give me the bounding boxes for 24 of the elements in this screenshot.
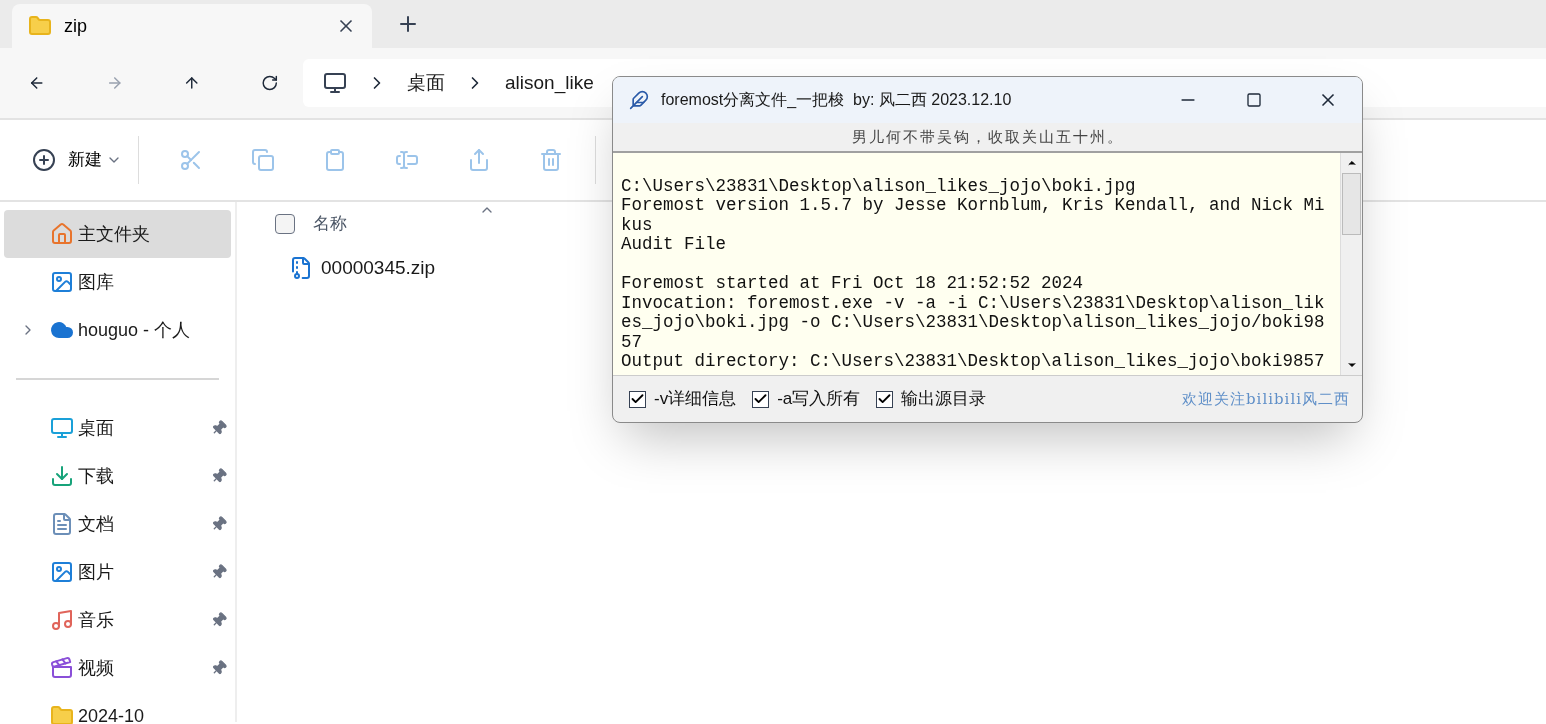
log-line: Foremost started at Fri Oct 18 21:52:52 2024 bbox=[621, 272, 1085, 294]
sidebar-label: 文档 bbox=[78, 512, 114, 536]
sidebar-label: houguo - 个人 bbox=[78, 318, 191, 342]
sidebar-label: 主文件夹 bbox=[78, 222, 150, 246]
sidebar-label: 图库 bbox=[78, 270, 114, 294]
log-line: Invocation: foremost.exe -v -a -i C:\Users\23831\Desktop\alison_likes_jojo\boki.jpg -o C:\Users\23831\Desktop\alison_likes_jojo/boki9857 bbox=[621, 293, 1325, 352]
sidebar-label: 图片 bbox=[78, 560, 114, 584]
tab-title: zip bbox=[64, 14, 87, 38]
log-line: Audit File bbox=[621, 235, 728, 255]
option-label: 输出源目录 bbox=[901, 388, 987, 411]
log-line: C:\Users\23831\Desktop\alison_likes_jojo\boki.jpg bbox=[621, 174, 1137, 196]
sidebar-label: 音乐 bbox=[78, 608, 114, 632]
sidebar-label: 视频 bbox=[78, 656, 114, 680]
sidebar-label: 下载 bbox=[78, 464, 114, 488]
sidebar-label: 2024-10 bbox=[78, 704, 145, 724]
log-line: Foremost version 1.5.7 by Jesse Kornblum, Kris Kendall, and Nick Mikus bbox=[621, 196, 1325, 235]
option-label: -v详细信息 bbox=[654, 388, 737, 411]
credit-text: 欢迎关注bilibili风二西 bbox=[1182, 388, 1350, 410]
sidebar-label: 桌面 bbox=[78, 416, 114, 440]
motto-text: 男儿何不带吴钩，收取关山五十州。 bbox=[851, 126, 1124, 148]
log-line: Output directory: C:\Users\23831\Desktop\alison_likes_jojo\boki9857 bbox=[621, 352, 1325, 372]
window-title: foremost分离文件_一把梭 by: 风二西 2023.12.10 bbox=[661, 90, 1012, 110]
option-label: -a写入所有 bbox=[777, 388, 861, 411]
file-name: 00000345.zip bbox=[321, 255, 436, 280]
